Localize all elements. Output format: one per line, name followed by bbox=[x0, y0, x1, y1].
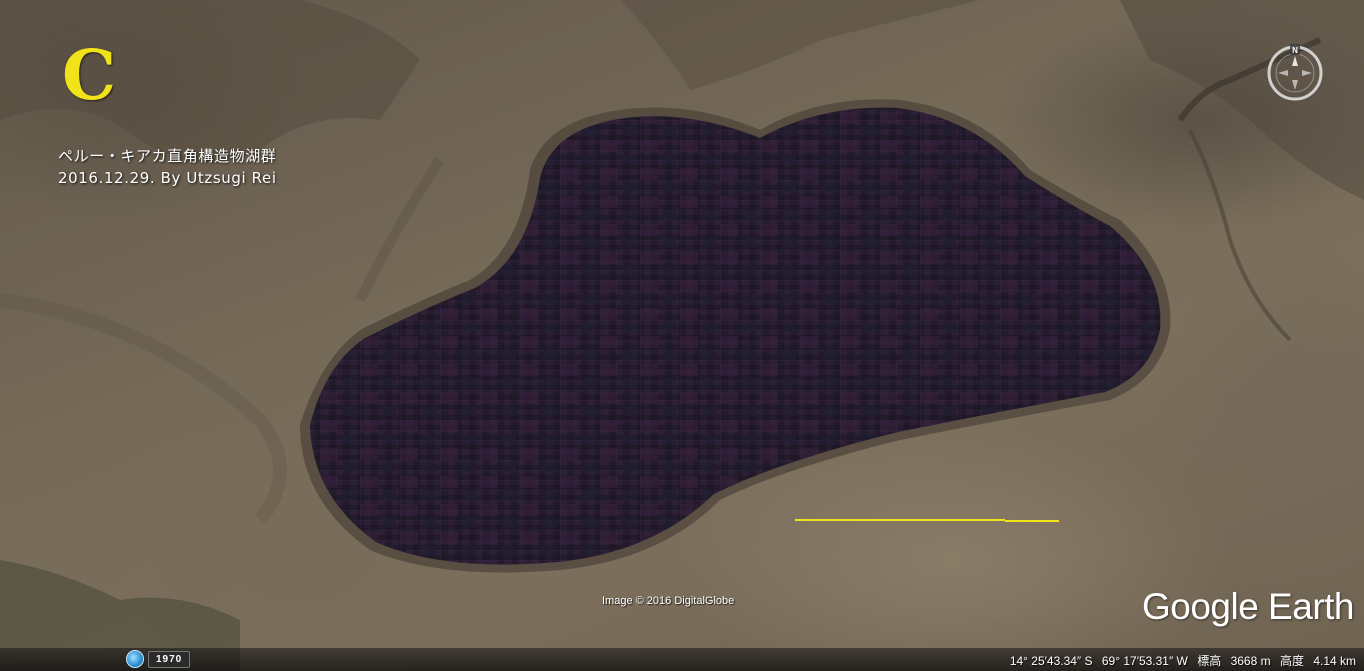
ridge-line bbox=[0, 293, 287, 525]
latitude-readout: 14° 25′43.34″ S bbox=[1009, 654, 1093, 668]
hillside-shade bbox=[1120, 0, 1364, 200]
historical-imagery-icon[interactable] bbox=[126, 650, 144, 668]
caption: ペルー・キアカ直角構造物湖群 2016.12.29. By Utzsugi Re… bbox=[58, 145, 277, 189]
imagery-copyright: Image © 2016 DigitalGlobe bbox=[602, 595, 735, 607]
caption-credit: 2016.12.29. By Utzsugi Rei bbox=[58, 169, 277, 187]
eye-altitude-label: 高度 bbox=[1279, 654, 1304, 668]
eye-altitude-value: 4.14 km bbox=[1313, 654, 1356, 668]
historical-imagery[interactable]: 1970 bbox=[126, 650, 191, 668]
compass-icon[interactable]: N bbox=[1266, 44, 1324, 102]
hillside-shade bbox=[620, 0, 980, 90]
elevation-label: 標高 bbox=[1197, 654, 1222, 668]
ridge-line bbox=[355, 157, 445, 303]
historical-imagery-year[interactable]: 1970 bbox=[148, 650, 191, 668]
satellite-map[interactable] bbox=[0, 0, 1364, 671]
longitude-readout: 69° 17′53.31″ W bbox=[1101, 654, 1188, 668]
terrain-layer bbox=[0, 0, 1364, 671]
compass-north-label: N bbox=[1292, 46, 1298, 55]
status-coordinates: 14° 25′43.34″ S 69° 17′53.31″ W 標高 3668 … bbox=[1004, 652, 1356, 669]
figure-letter: C bbox=[62, 36, 117, 116]
google-earth-logo: Google Earth bbox=[1141, 586, 1355, 627]
stream-channel bbox=[1188, 129, 1292, 342]
caption-title: ペルー・キアカ直角構造物湖群 bbox=[58, 147, 277, 165]
elevation-value: 3668 m bbox=[1230, 654, 1271, 668]
